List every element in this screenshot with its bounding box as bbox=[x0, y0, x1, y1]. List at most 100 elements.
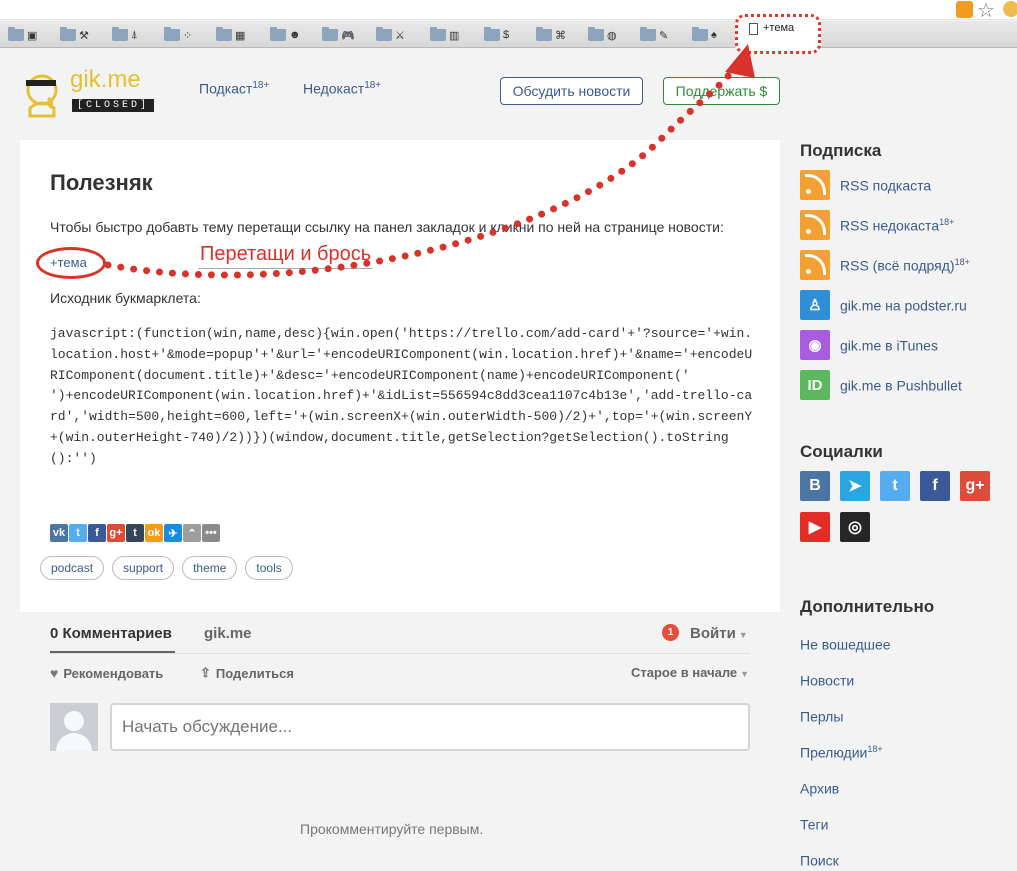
bookmark-folder[interactable]: ⚒ bbox=[60, 27, 89, 43]
subscription-link[interactable]: RSS (всё подряд)18+ bbox=[800, 250, 970, 280]
notification-badge[interactable]: 1 bbox=[662, 624, 679, 641]
bookmarklet-link[interactable]: +тема bbox=[50, 255, 87, 270]
tag-tools[interactable]: tools bbox=[245, 556, 293, 580]
login-label: Войти bbox=[690, 625, 736, 642]
recommend-button[interactable]: ♥ Рекомендовать bbox=[50, 665, 163, 681]
share-button[interactable]: ⇪ Поделиться bbox=[200, 665, 294, 681]
star-icon[interactable]: ☆ bbox=[977, 0, 995, 23]
youtube-icon[interactable]: ▶ bbox=[800, 512, 830, 542]
bookmark-glyph-icon: 🎮 bbox=[341, 29, 355, 42]
bookmark-folder[interactable]: ▦ bbox=[216, 27, 245, 43]
bookmark-folder[interactable]: ♠ bbox=[692, 27, 717, 43]
folder-icon bbox=[112, 27, 128, 41]
tag-theme[interactable]: theme bbox=[182, 556, 238, 580]
subscription-label: RSS (всё подряд)18+ bbox=[840, 257, 970, 274]
tumblr-share-icon[interactable]: t bbox=[126, 524, 144, 542]
age-sup: 18+ bbox=[954, 256, 970, 267]
itunes-icon: ◉ bbox=[800, 330, 830, 360]
more-share-icon[interactable]: ••• bbox=[202, 524, 220, 542]
subscription-link[interactable]: RSS подкаста bbox=[800, 170, 931, 200]
nav-nedocast[interactable]: Недокаст18+ bbox=[303, 80, 381, 97]
podster-icon: ♙ bbox=[800, 290, 830, 320]
extra-link[interactable]: Новости bbox=[800, 672, 854, 689]
gplus-share-icon[interactable]: g+ bbox=[107, 524, 125, 542]
subscription-link[interactable]: ♙ gik.me на podster.ru bbox=[800, 290, 967, 320]
bookmark-folder[interactable]: $ bbox=[484, 27, 509, 43]
site-tab[interactable]: gik.me bbox=[204, 625, 252, 642]
nav-nedocast-sup: 18+ bbox=[364, 80, 382, 91]
login-button[interactable]: Войти ▼ bbox=[690, 625, 748, 642]
discuss-news-button[interactable]: Обсудить новости bbox=[500, 77, 643, 105]
extension-icon[interactable] bbox=[1003, 1, 1017, 17]
extra-link[interactable]: Прелюдии18+ bbox=[800, 744, 883, 761]
extra-link-label: Не вошедшее bbox=[800, 636, 891, 653]
folder-icon bbox=[322, 27, 338, 41]
extra-link[interactable]: Архив bbox=[800, 780, 839, 797]
social-heading: Социалки bbox=[800, 442, 883, 461]
bookmark-folder[interactable]: ◍ bbox=[588, 27, 617, 43]
comments-count-tab[interactable]: 0 Комментариев bbox=[50, 625, 172, 642]
comment-input[interactable] bbox=[110, 703, 750, 751]
subscription-text: RSS недокаста bbox=[840, 217, 940, 234]
bookmark-folder[interactable]: ▥ bbox=[430, 27, 459, 43]
share-label: Поделиться bbox=[215, 665, 294, 681]
twitter-share-icon[interactable]: t bbox=[69, 524, 87, 542]
avatar bbox=[50, 703, 98, 751]
bookmark-folder[interactable]: 🎮 bbox=[322, 27, 355, 43]
subscription-link[interactable]: ◉ gik.me в iTunes bbox=[800, 330, 938, 360]
subscription-text: gik.me в Pushbullet bbox=[840, 377, 962, 394]
site-logo[interactable]: gik.me [CLOSED] bbox=[20, 66, 170, 120]
bookmark-folder[interactable]: ▣ bbox=[8, 27, 37, 43]
subscription-text: gik.me на podster.ru bbox=[840, 297, 967, 314]
subscription-label: gik.me на podster.ru bbox=[840, 297, 967, 314]
rss-icon[interactable] bbox=[956, 1, 973, 18]
vk-icon[interactable]: В bbox=[800, 471, 830, 501]
folder-icon bbox=[270, 27, 286, 41]
extra-link-label: Теги bbox=[800, 816, 829, 833]
instagram-icon[interactable]: ◎ bbox=[840, 512, 870, 542]
sort-label: Старое в начале bbox=[631, 665, 738, 680]
subscription-text: RSS подкаста bbox=[840, 177, 932, 194]
bookmark-folder[interactable]: ✎ bbox=[640, 27, 668, 43]
odnoklassniki-share-icon[interactable]: ok bbox=[145, 524, 163, 542]
mailru-share-icon[interactable]: ✈ bbox=[164, 524, 182, 542]
bookmark-folder[interactable]: ⍋ bbox=[112, 27, 138, 43]
social-row: В ➤ t f g+ bbox=[800, 471, 990, 501]
tag-support[interactable]: support bbox=[112, 556, 175, 580]
bookmark-folder[interactable]: ⌘ bbox=[536, 27, 566, 43]
extra-link[interactable]: Не вошедшее bbox=[800, 636, 891, 653]
bookmark-folder[interactable]: ⁘ bbox=[164, 27, 192, 43]
facebook-share-icon[interactable]: f bbox=[88, 524, 106, 542]
extra-heading: Дополнительно bbox=[800, 597, 935, 616]
subscription-link[interactable]: ID gik.me в Pushbullet bbox=[800, 370, 962, 400]
recommend-label: Рекомендовать bbox=[63, 665, 164, 681]
pushbullet-icon: ID bbox=[800, 370, 830, 400]
bookmark-folder[interactable]: ⚔ bbox=[376, 27, 405, 43]
extra-link[interactable]: Теги bbox=[800, 816, 828, 833]
logo-closed-badge: [CLOSED] bbox=[72, 99, 155, 112]
support-button[interactable]: Поддержать $ bbox=[663, 77, 780, 105]
subscription-link[interactable]: RSS недокаста18+ bbox=[800, 210, 954, 240]
vk-share-icon[interactable]: vk bbox=[50, 524, 68, 542]
tag-podcast[interactable]: podcast bbox=[40, 556, 105, 580]
page-icon bbox=[749, 23, 758, 35]
facebook-icon[interactable]: f bbox=[920, 471, 950, 501]
bookmark-tema[interactable]: +тема bbox=[735, 14, 821, 54]
surfingbird-share-icon[interactable]: ⌃ bbox=[183, 524, 201, 542]
logo-text: gik.me bbox=[70, 66, 141, 93]
extra-link[interactable]: Поиск bbox=[800, 852, 839, 869]
bookmark-glyph-icon: ◍ bbox=[607, 29, 617, 42]
folder-icon bbox=[216, 27, 232, 41]
subscription-label: RSS подкаста bbox=[840, 177, 932, 194]
sort-dropdown[interactable]: Старое в начале ▼ bbox=[631, 665, 749, 680]
gplus-icon[interactable]: g+ bbox=[960, 471, 990, 501]
nav-podcast[interactable]: Подкаст18+ bbox=[199, 80, 269, 97]
telegram-icon[interactable]: ➤ bbox=[840, 471, 870, 501]
bookmark-folder[interactable]: ☻ bbox=[270, 27, 301, 43]
extra-link-label: Поиск bbox=[800, 852, 839, 869]
twitter-icon[interactable]: t bbox=[880, 471, 910, 501]
extra-link[interactable]: Перлы bbox=[800, 708, 843, 725]
subscription-text: RSS (всё подряд) bbox=[840, 257, 955, 274]
bookmark-glyph-icon: ▦ bbox=[235, 29, 246, 42]
rss-icon bbox=[800, 250, 830, 280]
